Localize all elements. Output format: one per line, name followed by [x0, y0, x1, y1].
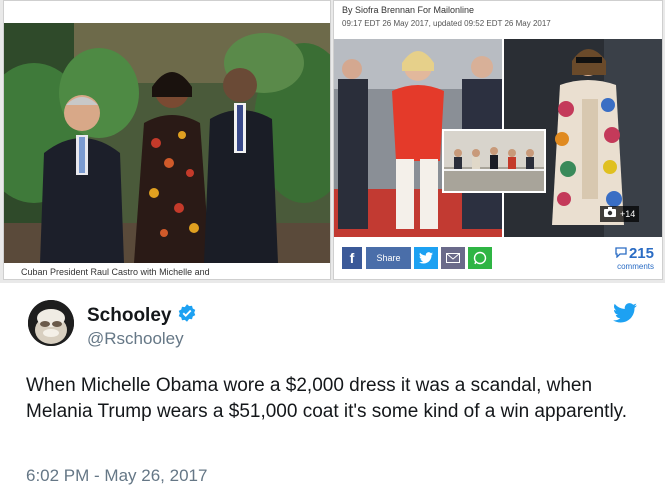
- photo-count-label: +14: [620, 209, 636, 219]
- photo-count-badge[interactable]: +14: [600, 206, 640, 222]
- twitter-share-icon[interactable]: [414, 247, 438, 269]
- camera-icon: [604, 206, 616, 222]
- left-card-topbar: [4, 1, 330, 23]
- comments-counter[interactable]: 215 comments: [615, 245, 654, 271]
- avatar[interactable]: [28, 300, 74, 346]
- facebook-icon[interactable]: f: [342, 247, 362, 269]
- tweet-body-text: When Michelle Obama wore a $2,000 dress …: [26, 375, 628, 422]
- twitter-bird-icon[interactable]: [613, 303, 637, 328]
- embedded-article-screenshot: Cuban President Raul Castro with Michell…: [0, 0, 665, 283]
- tweet-card: Schooley @Rschooley When Michelle Obama …: [0, 283, 665, 495]
- right-article-card: By Siofra Brennan For Mailonline 09:17 E…: [333, 0, 663, 280]
- display-name[interactable]: Schooley: [87, 303, 197, 329]
- comments-label: comments: [617, 262, 654, 271]
- castro-obama-photo: [4, 23, 330, 263]
- user-handle[interactable]: @Rschooley: [87, 329, 184, 349]
- email-icon[interactable]: [441, 247, 465, 269]
- share-bar: f Share: [342, 247, 492, 271]
- left-article-card: Cuban President Raul Castro with Michell…: [3, 0, 331, 280]
- photo-caption: Cuban President Raul Castro with Michell…: [21, 267, 210, 277]
- article-byline: By Siofra Brennan For Mailonline: [342, 5, 475, 15]
- share-button[interactable]: Share: [365, 247, 411, 269]
- verified-badge-icon: [177, 303, 197, 329]
- balcony-group-photo: [442, 129, 546, 193]
- display-name-text: Schooley: [87, 305, 172, 326]
- tweet-timestamp[interactable]: 6:02 PM - May 26, 2017: [26, 466, 207, 486]
- comments-count-value: 215: [628, 245, 654, 262]
- comment-bubble-icon: [615, 245, 627, 262]
- article-dateline: 09:17 EDT 26 May 2017, updated 09:52 EDT…: [342, 19, 551, 28]
- whatsapp-icon[interactable]: [468, 247, 492, 269]
